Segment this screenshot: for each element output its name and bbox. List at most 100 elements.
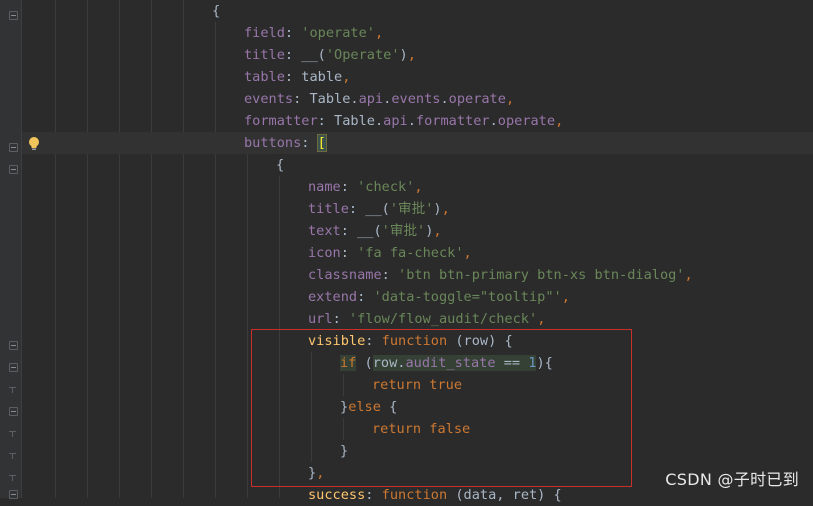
code-line[interactable]: extend: 'data-toggle="tooltip"',: [308, 286, 570, 308]
code-token: :: [340, 179, 358, 195]
code-token: {: [380, 399, 398, 415]
code-token: ,: [441, 201, 450, 217]
code-token: icon: [308, 245, 341, 261]
code-token: : Table.: [317, 113, 384, 129]
indent-guide: [183, 0, 184, 498]
code-token: :: [357, 289, 374, 305]
code-token: function: [381, 487, 456, 503]
code-line[interactable]: formatter: Table.api.formatter.operate,: [244, 110, 563, 132]
code-token: success: [308, 487, 366, 503]
code-line[interactable]: buttons: [: [22, 132, 813, 154]
code-token: events: [244, 91, 294, 107]
fold-end-icon[interactable]: [9, 431, 16, 438]
fold-end-icon[interactable]: [9, 475, 16, 482]
code-token: ): [399, 47, 408, 63]
code-token: : __(: [340, 223, 382, 239]
code-line[interactable]: url: 'flow/flow_audit/check',: [308, 308, 545, 330]
code-token: else: [348, 399, 381, 415]
code-token: operate: [497, 113, 556, 129]
indent-guide: [215, 22, 216, 498]
fold-end-icon[interactable]: [9, 387, 16, 394]
code-line[interactable]: title: __('Operate'),: [244, 44, 416, 66]
code-token: classname: [308, 267, 382, 283]
indent-guide: [343, 374, 344, 396]
code-token: events: [391, 91, 441, 107]
code-line[interactable]: title: __('审批'),: [308, 198, 450, 220]
code-token: 'Operate': [325, 47, 400, 63]
code-token: api: [358, 91, 384, 107]
code-token: {: [212, 3, 221, 19]
code-line[interactable]: {: [276, 154, 284, 176]
fold-collapse-icon[interactable]: [9, 11, 18, 20]
code-token: if: [340, 355, 357, 371]
code-token: '审批': [389, 201, 434, 217]
code-line[interactable]: classname: 'btn btn-primary btn-xs btn-d…: [308, 264, 693, 286]
code-line[interactable]: text: __('审批'),: [308, 220, 442, 242]
code-token: text: [308, 223, 341, 239]
code-token: 'fa fa-check': [357, 245, 464, 261]
code-token: : __(: [348, 201, 390, 217]
code-token: :: [365, 487, 382, 503]
code-token: ){: [536, 355, 553, 371]
fold-collapse-icon[interactable]: [9, 363, 18, 372]
code-token: .: [407, 113, 416, 129]
code-token: [: [316, 134, 327, 152]
code-line[interactable]: if (row.audit_state == 1){: [340, 352, 553, 374]
code-token: title: [244, 47, 285, 63]
code-token: :: [301, 135, 318, 151]
code-token: 'btn btn-primary btn-xs btn-dialog': [398, 267, 685, 283]
code-token: :: [340, 245, 358, 261]
watermark-text: CSDN @子时已到: [665, 470, 799, 489]
code-line[interactable]: name: 'check',: [308, 176, 423, 198]
code-token: ,: [463, 245, 472, 261]
indent-guide: [247, 154, 248, 498]
code-token: url: [308, 311, 333, 327]
code-token: api: [383, 113, 408, 129]
code-line[interactable]: return true: [372, 374, 462, 396]
code-token: {: [276, 157, 285, 173]
code-token: }: [308, 465, 317, 481]
code-line[interactable]: success: function (data, ret) {: [308, 484, 562, 506]
code-token: operate: [448, 91, 506, 107]
code-token: field: [244, 25, 285, 41]
fold-collapse-icon[interactable]: [9, 165, 18, 174]
code-token: return false: [372, 421, 471, 437]
code-token: 'flow/flow_audit/check': [348, 311, 538, 327]
code-token: : table: [284, 69, 343, 85]
code-line[interactable]: return false: [372, 418, 470, 440]
gutter-divider: [21, 0, 22, 498]
code-token: audit_state: [405, 355, 496, 371]
code-token: ,: [342, 69, 351, 85]
code-token: table: [244, 69, 285, 85]
fold-collapse-icon[interactable]: [9, 407, 18, 416]
code-line[interactable]: }else {: [340, 396, 397, 418]
code-line[interactable]: icon: 'fa fa-check',: [308, 242, 472, 264]
code-line[interactable]: }: [340, 440, 348, 462]
code-line[interactable]: visible: function (row) {: [308, 330, 513, 352]
code-token: 'data-toggle="tooltip"': [373, 289, 562, 305]
code-token: : __(: [284, 47, 326, 63]
code-token: title: [308, 201, 349, 217]
code-token: :: [381, 267, 399, 283]
code-line[interactable]: },: [308, 462, 324, 484]
code-token: extend: [308, 289, 358, 305]
code-token: (row) {: [455, 333, 513, 349]
code-token: visible: [308, 333, 366, 349]
fold-end-icon[interactable]: [9, 453, 16, 460]
code-line[interactable]: {: [212, 0, 220, 22]
code-token: ,: [684, 267, 693, 283]
code-token: :: [332, 311, 349, 327]
code-token: (data, ret) {: [455, 487, 562, 503]
indent-guide: [151, 0, 152, 498]
fold-collapse-icon[interactable]: [9, 341, 18, 350]
code-line[interactable]: events: Table.api.events.operate,: [244, 88, 514, 110]
code-line[interactable]: field: 'operate',: [244, 22, 383, 44]
code-token: ): [433, 201, 442, 217]
code-token: :: [365, 333, 382, 349]
code-line[interactable]: table: table,: [244, 66, 350, 88]
fold-collapse-icon[interactable]: [9, 143, 18, 152]
lightbulb-icon[interactable]: [27, 136, 41, 152]
code-token: ==: [495, 355, 529, 371]
code-token: 'check': [357, 179, 415, 195]
code-token: .: [489, 113, 498, 129]
